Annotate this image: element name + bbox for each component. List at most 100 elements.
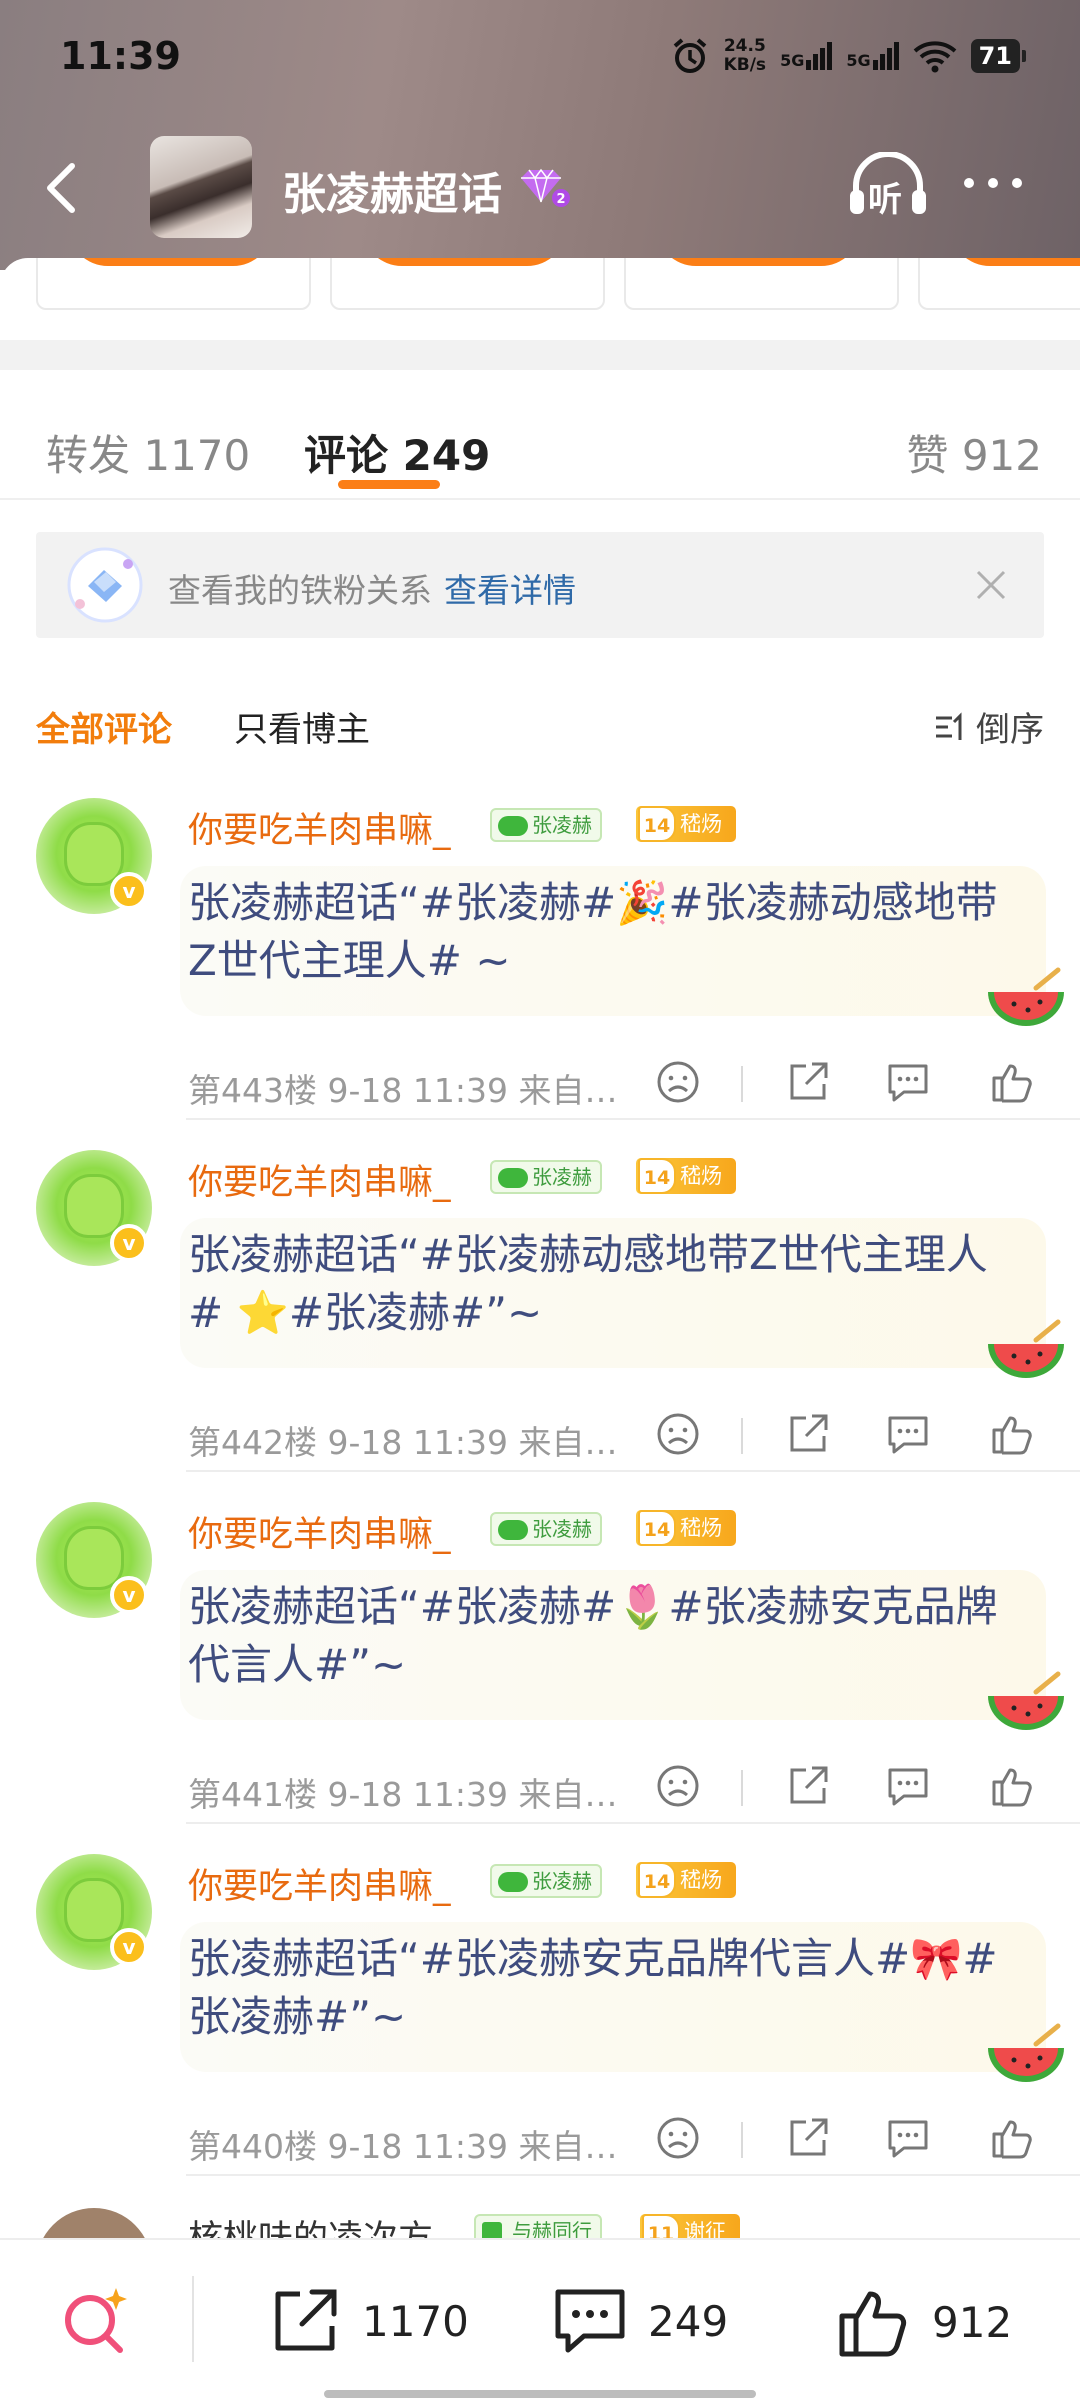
comment-item: v 你要吃羊肉串嘛_ 张凌赫 14 嵇炀 张凌赫超话“#张凌赫#🌷#张凌赫安克品牌… — [0, 1472, 1080, 1824]
related-card[interactable] — [36, 258, 311, 310]
comment-text[interactable]: 张凌赫超话“#张凌赫动感地带Z世代主理人# ⭐#张凌赫#”~ — [188, 1226, 1018, 1342]
reply-icon[interactable] — [884, 1762, 932, 1810]
dislike-face-icon[interactable] — [654, 1410, 702, 1458]
repost-count: 1170 — [362, 2296, 469, 2346]
watermelon-sticker-icon — [988, 1671, 1064, 1730]
sort-icon — [936, 711, 962, 740]
back-arrow-icon[interactable] — [40, 160, 80, 216]
dislike-face-icon[interactable] — [654, 1058, 702, 1106]
sort-toggle[interactable]: 倒序 — [934, 702, 1044, 751]
avatar[interactable]: v — [36, 798, 152, 914]
fan-banner-text: 查看我的铁粉关系 查看详情 — [168, 564, 576, 612]
comment-actions — [0, 1058, 1080, 1114]
like-button[interactable]: 912 — [836, 2284, 1012, 2360]
like-icon[interactable] — [988, 1762, 1036, 1810]
fan-tag[interactable]: 张凌赫 — [490, 1512, 602, 1546]
comment-username[interactable]: 你要吃羊肉串嘛_ — [188, 1506, 451, 1557]
fan-tag-label: 张凌赫 — [532, 1517, 592, 1541]
related-card[interactable] — [330, 258, 605, 310]
battery-indicator: 71 — [970, 39, 1027, 73]
view-details-link[interactable]: 查看详情 — [444, 571, 576, 610]
fan-tag[interactable]: 张凌赫 — [490, 1864, 602, 1898]
comment-button[interactable]: 249 — [552, 2284, 728, 2358]
level-number: 14 — [638, 806, 676, 842]
filter-all-comments[interactable]: 全部评论 — [36, 702, 172, 751]
dislike-face-icon[interactable] — [654, 2114, 702, 2162]
tab-likes[interactable]: 赞 912 — [906, 422, 1042, 483]
status-icons: 24.5 KB/s 5G 5G 71 — [670, 36, 1027, 76]
comment-text[interactable]: 张凌赫超话“#张凌赫#🎉#张凌赫动感地带Z世代主理人# ~ — [188, 874, 1018, 990]
section-divider — [0, 340, 1080, 370]
avatar[interactable]: v — [36, 1150, 152, 1266]
fan-tag-label: 张凌赫 — [532, 1165, 592, 1189]
listen-label: 听 — [868, 180, 902, 220]
like-icon[interactable] — [988, 1410, 1036, 1458]
level-title: 嵇炀 — [680, 1868, 722, 1892]
reply-icon[interactable] — [884, 1058, 932, 1106]
speed-unit: KB/s — [723, 55, 767, 75]
status-time: 11:39 — [60, 34, 181, 78]
fan-tag-label: 张凌赫 — [532, 813, 592, 837]
share-icon[interactable] — [784, 1762, 832, 1810]
fan-tag[interactable]: 张凌赫 — [490, 808, 602, 842]
reply-icon[interactable] — [884, 1410, 932, 1458]
iron-fan-icon — [67, 547, 143, 623]
level-number: 14 — [638, 1862, 676, 1898]
share-icon[interactable] — [784, 1410, 832, 1458]
comment-text[interactable]: 张凌赫超话“#张凌赫安克品牌代言人#🎀#张凌赫#”~ — [188, 1930, 1018, 2046]
level-badge[interactable]: 14 嵇炀 — [636, 1862, 736, 1898]
comment-username[interactable]: 你要吃羊肉串嘛_ — [188, 802, 451, 853]
close-icon[interactable] — [974, 568, 1008, 602]
level-number: 14 — [638, 1158, 676, 1194]
related-card[interactable] — [624, 258, 899, 310]
fan-relation-banner[interactable]: 查看我的铁粉关系 查看详情 — [36, 532, 1044, 638]
sort-label: 倒序 — [976, 710, 1044, 750]
fan-banner-label: 查看我的铁粉关系 — [168, 571, 432, 610]
reply-icon[interactable] — [884, 2114, 932, 2162]
related-card[interactable] — [918, 258, 1080, 310]
level-badge[interactable]: 14 嵇炀 — [636, 1158, 736, 1194]
comment-username[interactable]: 你要吃羊肉串嘛_ — [188, 1858, 451, 1909]
filter-host-only[interactable]: 只看博主 — [234, 702, 370, 751]
supertopic-avatar[interactable] — [150, 136, 252, 238]
comment-text[interactable]: 张凌赫超话“#张凌赫#🌷#张凌赫安克品牌代言人#”~ — [188, 1578, 1018, 1694]
diamond-badge-icon: 2 — [521, 168, 570, 207]
page-title[interactable]: 张凌赫超话 — [282, 158, 502, 222]
tab-bar: 转发 1170 评论 249 赞 912 — [0, 370, 1080, 500]
share-icon[interactable] — [784, 1058, 832, 1106]
related-cards-strip — [36, 258, 1080, 310]
avatar[interactable]: v — [36, 1502, 152, 1618]
search-sparkle-icon[interactable] — [58, 2282, 134, 2358]
tab-comments[interactable]: 评论 249 — [304, 422, 490, 483]
like-icon — [839, 2291, 907, 2357]
more-menu-icon[interactable] — [964, 178, 1022, 188]
like-icon[interactable] — [988, 2114, 1036, 2162]
level-badge[interactable]: 14 嵇炀 — [636, 806, 736, 842]
like-icon[interactable] — [988, 1058, 1036, 1106]
comment-actions — [0, 1762, 1080, 1818]
signal-1-label: 5G — [780, 51, 805, 70]
fan-tag-label: 张凌赫 — [532, 1869, 592, 1893]
avatar[interactable]: v — [36, 1854, 152, 1970]
comment-item: v 你要吃羊肉串嘛_ 张凌赫 14 嵇炀 张凌赫超话“#张凌赫动感地带Z世代主理人… — [0, 1120, 1080, 1472]
watermelon-sticker-icon — [988, 2023, 1064, 2082]
comment-username[interactable]: 你要吃羊肉串嘛_ — [188, 1154, 451, 1205]
level-title: 嵇炀 — [680, 812, 722, 836]
comment-count: 249 — [648, 2296, 729, 2346]
level-number: 14 — [638, 1510, 676, 1546]
verified-badge-icon: v — [110, 1928, 148, 1966]
tab-repost[interactable]: 转发 1170 — [46, 422, 250, 483]
level-badge[interactable]: 14 嵇炀 — [636, 1510, 736, 1546]
dislike-face-icon[interactable] — [654, 1762, 702, 1810]
home-indicator[interactable] — [324, 2390, 756, 2398]
level-title: 嵇炀 — [680, 1164, 722, 1188]
comment-divider — [186, 2174, 1080, 2176]
share-icon[interactable] — [784, 2114, 832, 2162]
listen-button[interactable]: 听 — [848, 151, 928, 220]
watermelon-sticker-icon — [988, 1319, 1064, 1378]
alarm-icon — [673, 38, 706, 73]
signal-1-icon: 5G — [780, 42, 833, 70]
repost-button[interactable]: 1170 — [268, 2284, 469, 2358]
fan-tag[interactable]: 张凌赫 — [490, 1160, 602, 1194]
watermelon-sticker-icon — [988, 967, 1064, 1026]
